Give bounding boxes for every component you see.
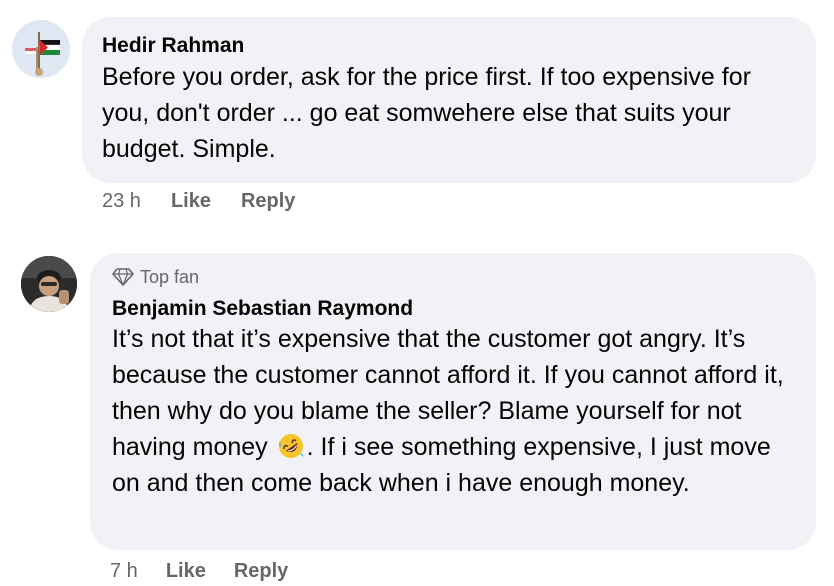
reply-button[interactable]: Reply bbox=[234, 560, 288, 583]
comment-text: It’s not that it’s expensive that the cu… bbox=[112, 321, 802, 501]
like-button[interactable]: Like bbox=[166, 560, 206, 583]
badge-label: Top fan bbox=[140, 266, 200, 287]
comment-actions: 23 h Like Reply bbox=[102, 188, 295, 214]
author-name[interactable]: Benjamin Sebastian Raymond bbox=[112, 297, 796, 321]
rolling-on-floor-laughing-emoji bbox=[278, 434, 303, 458]
avatar[interactable] bbox=[21, 256, 77, 312]
comment-bubble: Top fan Benjamin Sebastian Raymond It’s … bbox=[90, 253, 816, 550]
comment-bubble: Hedir Rahman Before you order, ask for t… bbox=[82, 17, 816, 183]
palestine-flag-icon bbox=[12, 20, 70, 78]
reply-button[interactable]: Reply bbox=[241, 190, 295, 213]
user-photo bbox=[21, 256, 77, 312]
diamond-icon bbox=[112, 268, 134, 286]
top-fan-badge[interactable]: Top fan bbox=[112, 265, 796, 289]
comment-text: Before you order, ask for the price firs… bbox=[102, 63, 751, 163]
comment-actions: 7 h Like Reply bbox=[110, 558, 288, 584]
timestamp[interactable]: 23 h bbox=[102, 190, 141, 213]
author-name[interactable]: Hedir Rahman bbox=[102, 34, 796, 58]
like-button[interactable]: Like bbox=[171, 190, 211, 213]
timestamp[interactable]: 7 h bbox=[110, 560, 138, 583]
avatar[interactable] bbox=[12, 20, 70, 78]
